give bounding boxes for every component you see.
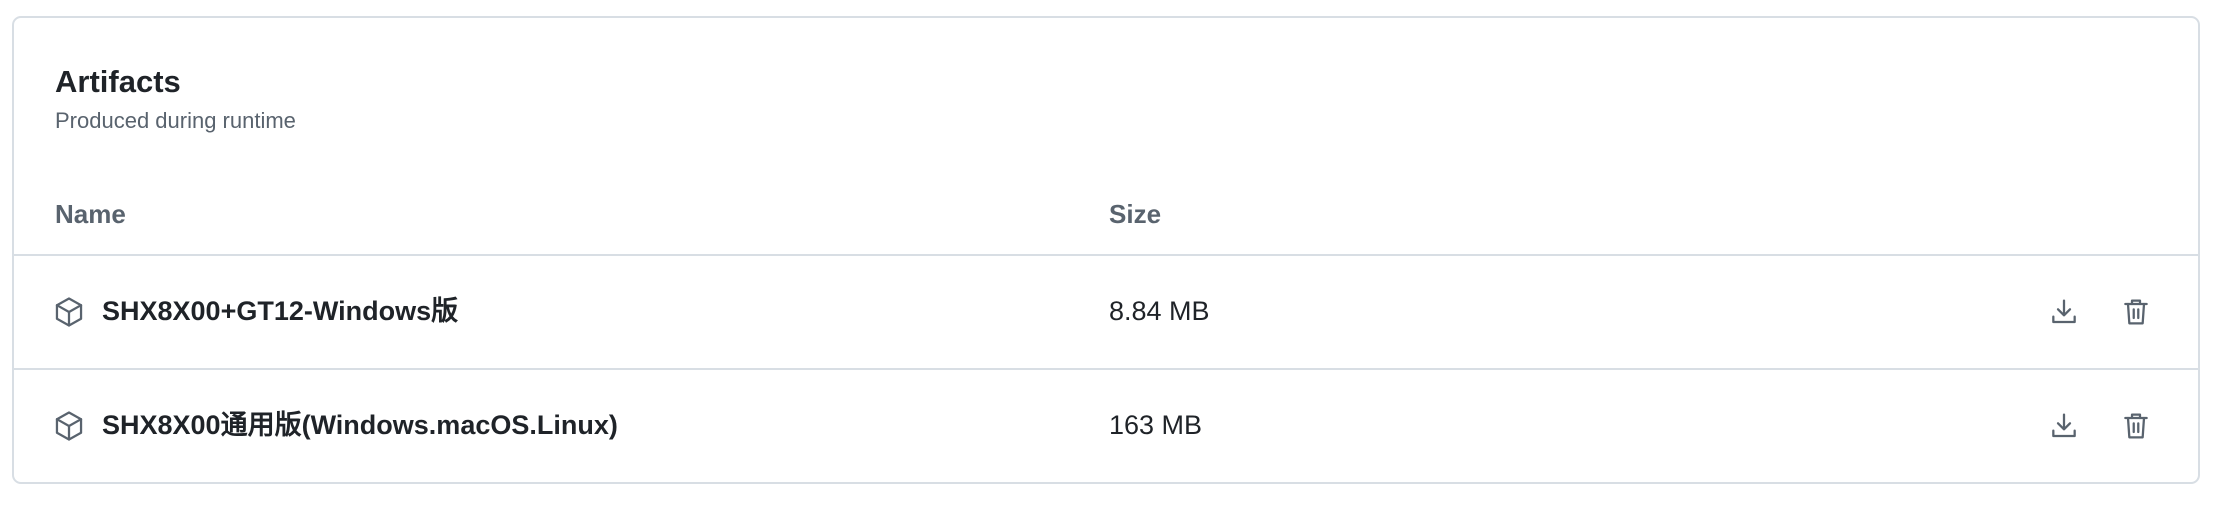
artifact-name-link[interactable]: SHX8X00通用版(Windows.macOS.Linux) bbox=[102, 406, 618, 444]
package-icon bbox=[52, 409, 86, 443]
artifact-row: SHX8X00+GT12-Windows版 8.84 MB bbox=[14, 254, 2198, 367]
download-button[interactable] bbox=[2042, 404, 2086, 448]
artifact-name-link[interactable]: SHX8X00+GT12-Windows版 bbox=[102, 292, 458, 330]
trash-icon bbox=[2120, 410, 2152, 442]
delete-button[interactable] bbox=[2114, 404, 2158, 448]
artifact-size: 8.84 MB bbox=[1109, 296, 1210, 326]
artifact-size: 163 MB bbox=[1109, 410, 1203, 440]
trash-icon bbox=[2120, 296, 2152, 328]
delete-button[interactable] bbox=[2114, 290, 2158, 334]
download-icon bbox=[2048, 296, 2080, 328]
download-icon bbox=[2048, 410, 2080, 442]
artifacts-title: Artifacts bbox=[55, 64, 181, 99]
artifacts-subtitle: Produced during runtime bbox=[55, 108, 296, 133]
artifacts-card: Artifacts Produced during runtime Name S… bbox=[12, 16, 2200, 484]
artifact-row: SHX8X00通用版(Windows.macOS.Linux) 163 MB bbox=[14, 368, 2198, 481]
artifacts-header: Artifacts Produced during runtime bbox=[55, 62, 296, 135]
download-button[interactable] bbox=[2042, 290, 2086, 334]
column-header-size: Size bbox=[1109, 199, 1162, 229]
package-icon bbox=[52, 295, 86, 329]
column-header-name: Name bbox=[55, 199, 126, 229]
